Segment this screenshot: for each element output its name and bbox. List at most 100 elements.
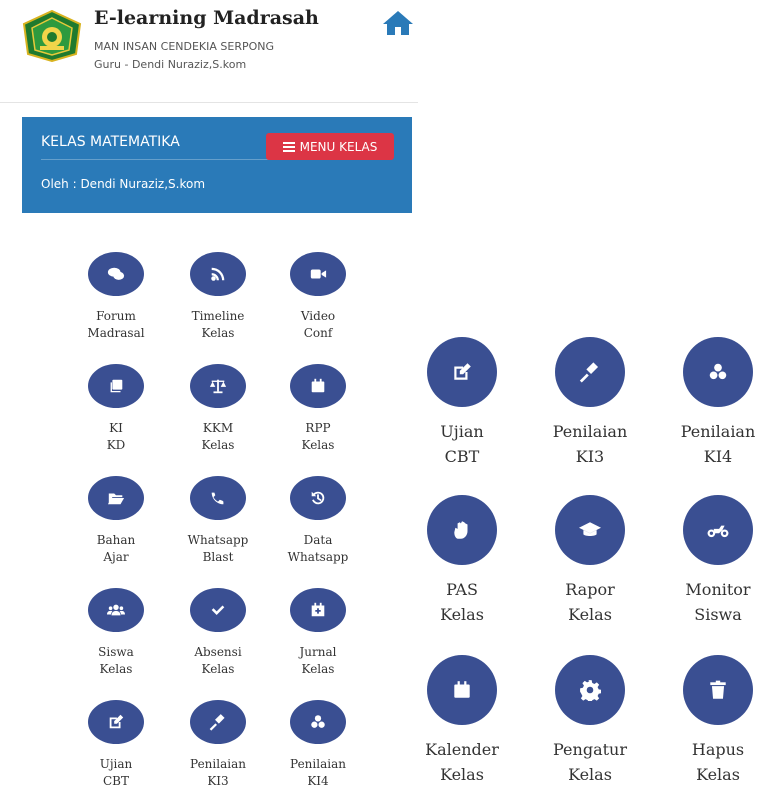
menu-label: Kelas xyxy=(440,605,484,624)
menu-label: Whatsapp xyxy=(187,533,249,547)
menu-timeline-kelas[interactable]: Timeline Kelas xyxy=(168,252,268,352)
edit-icon xyxy=(427,337,497,407)
menu-ki-kd[interactable]: KI KD xyxy=(66,364,166,464)
menu-label: CBT xyxy=(102,774,129,788)
video-icon xyxy=(290,252,346,296)
menu-large-ujian-cbt[interactable]: Ujian CBT xyxy=(397,337,527,467)
calendar-plus-icon xyxy=(290,588,346,632)
menu-label: Penilaian xyxy=(680,422,756,441)
folder-open-icon xyxy=(88,476,144,520)
calendar-icon xyxy=(427,655,497,725)
clone-icon xyxy=(88,364,144,408)
madrasah-logo xyxy=(22,10,82,62)
app-header: E-learning Madrasah MAN INSAN CENDEKIA S… xyxy=(0,0,418,103)
menu-label: Ujian xyxy=(440,422,484,441)
menu-large-rapor-kelas[interactable]: Rapor Kelas xyxy=(525,495,655,625)
trash-icon xyxy=(683,655,753,725)
menu-label: Kelas xyxy=(201,438,235,452)
menu-kelas-button[interactable]: MENU KELAS xyxy=(266,133,394,160)
menu-forum-madrasah[interactable]: Forum Madrasal xyxy=(66,252,166,352)
menu-large-penilaian-ki4[interactable]: Penilaian KI4 xyxy=(653,337,758,467)
menu-label: Penilaian xyxy=(190,757,246,771)
menu-large-hapus-kelas[interactable]: Hapus Kelas xyxy=(653,655,758,785)
menu-label: Kelas xyxy=(696,765,740,784)
menu-label: KI3 xyxy=(575,447,605,466)
menu-penilaian-ki3[interactable]: Penilaian KI3 xyxy=(168,700,268,800)
menu-large-monitor-siswa[interactable]: Monitor Siswa xyxy=(653,495,758,625)
menu-label: Kelas xyxy=(201,326,235,340)
teacher-name: Guru - Dendi Nuraziz,S.kom xyxy=(94,58,247,71)
menu-label: Madrasal xyxy=(87,326,145,340)
menu-label: CBT xyxy=(444,447,480,466)
gavel-icon xyxy=(555,337,625,407)
menu-label: Kalender xyxy=(425,740,499,759)
menu-label: RPP xyxy=(305,421,331,435)
check-icon xyxy=(190,588,246,632)
motorcycle-icon xyxy=(683,495,753,565)
menu-label: Forum xyxy=(96,309,136,323)
graduation-cap-icon xyxy=(555,495,625,565)
menu-large-kalender-kelas[interactable]: Kalender Kelas xyxy=(397,655,527,785)
menu-video-conf[interactable]: Video Conf xyxy=(268,252,368,352)
balance-scale-icon xyxy=(190,364,246,408)
class-owner: Oleh : Dendi Nuraziz,S.kom xyxy=(41,177,206,191)
menu-label: Absensi xyxy=(194,645,242,659)
menu-label: Kelas xyxy=(99,662,133,676)
menu-kelas-label: MENU KELAS xyxy=(299,139,378,154)
cubes-icon xyxy=(683,337,753,407)
menu-label: Blast xyxy=(202,550,234,564)
cog-icon xyxy=(555,655,625,725)
menu-bahan-ajar[interactable]: Bahan Ajar xyxy=(66,476,166,576)
class-banner: KELAS MATEMATIKA Oleh : Dendi Nuraziz,S.… xyxy=(22,117,412,213)
menu-kkm-kelas[interactable]: KKM Kelas xyxy=(168,364,268,464)
menu-label: KD xyxy=(106,438,126,452)
menu-large-pengatur-kelas[interactable]: Pengatur Kelas xyxy=(525,655,655,785)
menu-label: Jurnal xyxy=(299,645,337,659)
menu-label: KI xyxy=(109,421,123,435)
menu-label: Kelas xyxy=(201,662,235,676)
menu-label: Kelas xyxy=(301,438,335,452)
menu-label: Siswa xyxy=(98,645,134,659)
menu-ujian-cbt[interactable]: Ujian CBT xyxy=(66,700,166,800)
hand-icon xyxy=(427,495,497,565)
calendar-icon xyxy=(290,364,346,408)
menu-label: Pengatur xyxy=(553,740,627,759)
menu-label: Hapus xyxy=(691,740,745,759)
rss-icon xyxy=(190,252,246,296)
app-title: E-learning Madrasah xyxy=(94,7,319,29)
menu-large-penilaian-ki3[interactable]: Penilaian KI3 xyxy=(525,337,655,467)
menu-label: Bahan xyxy=(96,533,136,547)
menu-label: Rapor xyxy=(565,580,615,599)
history-icon xyxy=(290,476,346,520)
menu-label: Data xyxy=(303,533,333,547)
comments-icon xyxy=(88,252,144,296)
menu-data-whatsapp[interactable]: Data Whatsapp xyxy=(268,476,368,576)
menu-absensi-kelas[interactable]: Absensi Kelas xyxy=(168,588,268,688)
cubes-icon xyxy=(290,700,346,744)
menu-label: Whatsapp xyxy=(287,550,349,564)
menu-penilaian-ki4[interactable]: Penilaian KI4 xyxy=(268,700,368,800)
menu-label: Ujian xyxy=(99,757,133,771)
menu-rpp-kelas[interactable]: RPP Kelas xyxy=(268,364,368,464)
menu-label: Kelas xyxy=(440,765,484,784)
menu-label: Kelas xyxy=(568,605,612,624)
menu-siswa-kelas[interactable]: Siswa Kelas xyxy=(66,588,166,688)
menu-label: KI3 xyxy=(207,774,229,788)
users-icon xyxy=(88,588,144,632)
menu-whatsapp-blast[interactable]: Whatsapp Blast xyxy=(168,476,268,576)
menu-label: Kelas xyxy=(568,765,612,784)
menu-label: Penilaian xyxy=(552,422,628,441)
menu-label: Video xyxy=(300,309,336,323)
menu-label: Timeline xyxy=(191,309,245,323)
menu-label: KI4 xyxy=(703,447,733,466)
menu-label: KKM xyxy=(202,421,234,435)
bars-icon xyxy=(282,141,295,152)
menu-label: Conf xyxy=(303,326,333,340)
edit-icon xyxy=(88,700,144,744)
home-icon[interactable] xyxy=(382,10,414,36)
menu-label: Monitor xyxy=(685,580,751,599)
menu-jurnal-kelas[interactable]: Jurnal Kelas xyxy=(268,588,368,688)
menu-label: Ajar xyxy=(103,550,129,564)
menu-large-pas-kelas[interactable]: PAS Kelas xyxy=(397,495,527,625)
school-name: MAN INSAN CENDEKIA SERPONG xyxy=(94,40,275,53)
